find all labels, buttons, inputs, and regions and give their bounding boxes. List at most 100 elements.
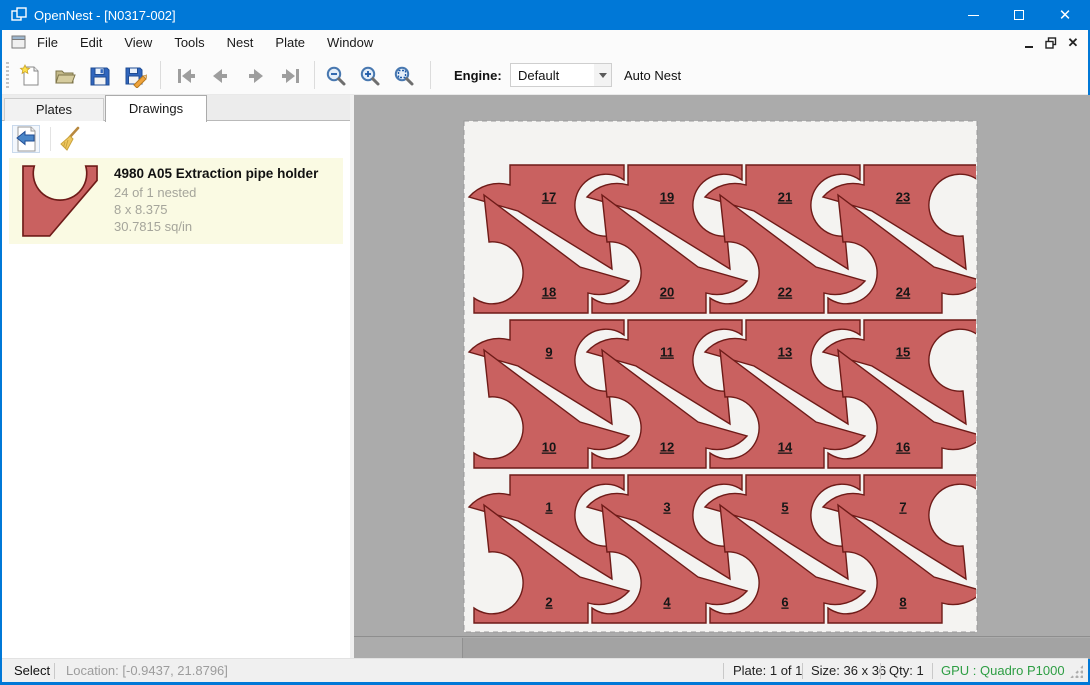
part-number-label: 5 xyxy=(781,500,788,515)
part-number-label: 4 xyxy=(663,595,671,610)
part-number-label: 9 xyxy=(545,345,552,360)
save-button[interactable] xyxy=(86,62,114,90)
part-number-label: 11 xyxy=(660,345,674,360)
tab-drawings[interactable]: Drawings xyxy=(105,95,207,122)
zoom-extents-button[interactable] xyxy=(390,62,418,90)
menu-item-nest[interactable]: Nest xyxy=(216,30,265,56)
nest-canvas[interactable]: 171921231820222491113151012141613572468 xyxy=(354,95,1090,636)
part-number-label: 20 xyxy=(660,285,674,300)
status-plate: Plate: 1 of 1 xyxy=(733,663,802,678)
toolbar-grip[interactable] xyxy=(6,62,9,89)
clean-button[interactable] xyxy=(56,125,84,153)
drawings-toolbar xyxy=(2,121,350,157)
nest-plate-view: 171921231820222491113151012141613572468 xyxy=(354,95,1090,636)
go-first-button[interactable] xyxy=(172,62,200,90)
engine-label: Engine: xyxy=(454,68,502,83)
document-window-icon[interactable] xyxy=(11,35,27,50)
status-size: Size: 36 x 36 xyxy=(811,663,886,678)
drawings-panel: 4980 A05 Extraction pipe holder 24 of 1 … xyxy=(2,121,350,658)
toolbar-separator xyxy=(314,61,315,89)
engine-select[interactable]: Default xyxy=(510,63,612,87)
maximize-button[interactable] xyxy=(996,0,1042,30)
part-number-label: 13 xyxy=(778,345,792,360)
drawing-thumbnail xyxy=(20,165,100,237)
part-number-label: 3 xyxy=(663,500,670,515)
go-next-button[interactable] xyxy=(242,62,270,90)
part-number-label: 15 xyxy=(896,345,910,360)
go-last-button[interactable] xyxy=(276,62,304,90)
mdi-window-controls: ✕ xyxy=(1018,30,1084,56)
close-button[interactable]: ✕ xyxy=(1042,0,1088,30)
status-gpu: GPU : Quadro P1000 xyxy=(941,663,1065,678)
part-number-label: 2 xyxy=(545,595,552,610)
horizontal-scrollbar[interactable] xyxy=(354,636,1090,658)
zoom-out-icon xyxy=(324,64,348,88)
status-separator xyxy=(880,663,881,679)
close-icon: ✕ xyxy=(1059,8,1072,23)
mdi-restore-button[interactable] xyxy=(1040,33,1062,53)
toolbar-separator xyxy=(430,61,431,89)
app-window: OpenNest - [N0317-002] ✕ FileEditViewToo… xyxy=(0,0,1090,685)
resize-grip[interactable] xyxy=(1070,665,1083,678)
part-number-label: 17 xyxy=(542,190,556,205)
status-separator xyxy=(802,663,803,679)
sidebar-tabstrip: Plates Drawings xyxy=(2,95,354,121)
import-drawing-button[interactable] xyxy=(12,125,40,153)
status-separator xyxy=(54,663,55,679)
part-number-label: 10 xyxy=(542,440,556,455)
go-last-icon xyxy=(278,66,302,86)
maximize-icon xyxy=(1014,10,1024,20)
new-document-icon xyxy=(18,64,42,88)
new-document-button[interactable] xyxy=(16,62,44,90)
menu-item-edit[interactable]: Edit xyxy=(69,30,113,56)
mdi-minimize-icon xyxy=(1025,46,1033,48)
status-separator xyxy=(932,663,933,679)
chevron-down-icon[interactable] xyxy=(594,64,611,86)
go-previous-button[interactable] xyxy=(206,62,234,90)
status-qty: Qty: 1 xyxy=(889,663,924,678)
status-mode: Select xyxy=(14,663,50,678)
drawing-dimensions: 8 x 8.375 xyxy=(114,202,168,217)
engine-value: Default xyxy=(518,68,559,83)
part-number-label: 22 xyxy=(778,285,792,300)
minimize-icon xyxy=(968,15,979,16)
app-icon xyxy=(11,7,27,23)
broom-icon xyxy=(58,126,82,152)
save-icon xyxy=(88,64,112,88)
tab-plates[interactable]: Plates xyxy=(4,98,104,121)
mdi-minimize-button[interactable] xyxy=(1018,33,1040,53)
mdi-close-icon: ✕ xyxy=(1068,35,1079,51)
menu-bar: FileEditViewToolsNestPlateWindow ✕ xyxy=(2,30,1088,56)
zoom-extents-icon xyxy=(392,64,416,88)
minimize-button[interactable] xyxy=(950,0,996,30)
open-folder-icon xyxy=(53,64,77,88)
part-number-label: 23 xyxy=(896,190,910,205)
zoom-in-icon xyxy=(358,64,382,88)
zoom-out-button[interactable] xyxy=(322,62,350,90)
part-number-label: 24 xyxy=(896,285,911,300)
part-number-label: 16 xyxy=(896,440,910,455)
menu-item-tools[interactable]: Tools xyxy=(163,30,215,56)
status-bar: Select Location: [-0.9437, 21.8796] Plat… xyxy=(2,658,1088,682)
drawing-title: 4980 A05 Extraction pipe holder xyxy=(114,166,318,181)
part-number-label: 18 xyxy=(542,285,556,300)
drawing-nested-count: 24 of 1 nested xyxy=(114,185,196,200)
mdi-close-button[interactable]: ✕ xyxy=(1062,33,1084,53)
part-number-label: 12 xyxy=(660,440,674,455)
save-as-icon xyxy=(123,64,147,88)
drawing-area: 30.7815 sq/in xyxy=(114,219,192,234)
auto-nest-button[interactable]: Auto Nest xyxy=(624,68,681,83)
menu-item-view[interactable]: View xyxy=(113,30,163,56)
part-number-label: 19 xyxy=(660,190,674,205)
menu-item-window[interactable]: Window xyxy=(316,30,384,56)
drawing-list-item[interactable]: 4980 A05 Extraction pipe holder 24 of 1 … xyxy=(9,158,343,244)
part-number-label: 21 xyxy=(778,190,792,205)
zoom-in-button[interactable] xyxy=(356,62,384,90)
menu-item-file[interactable]: File xyxy=(26,30,69,56)
open-button[interactable] xyxy=(51,62,79,90)
status-location: Location: [-0.9437, 21.8796] xyxy=(66,663,228,678)
part-number-label: 8 xyxy=(899,595,906,610)
save-as-button[interactable] xyxy=(121,62,149,90)
menu-item-plate[interactable]: Plate xyxy=(264,30,316,56)
scrollbar-thumb[interactable] xyxy=(462,638,1090,659)
